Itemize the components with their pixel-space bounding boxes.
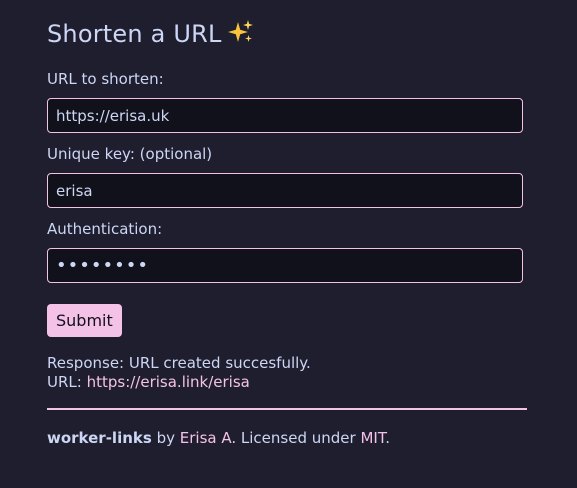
response-url-prefix: URL: <box>47 373 82 391</box>
license-link[interactable]: MIT <box>360 429 385 447</box>
page-title: Shorten a URL <box>47 19 254 51</box>
response-url-line: URL: https://erisa.link/erisa <box>47 373 311 392</box>
authentication-label: Authentication: <box>47 220 163 238</box>
page-title-text: Shorten a URL <box>47 20 222 48</box>
response-message-line: Response: URL created succesfully. <box>47 354 311 373</box>
sparkles-icon <box>227 19 254 51</box>
project-name: worker-links <box>47 429 152 447</box>
author-link[interactable]: Erisa A. <box>180 429 236 447</box>
divider <box>47 408 527 410</box>
footer: worker-links by Erisa A. Licensed under … <box>47 429 390 447</box>
response-prefix: Response: <box>47 354 125 372</box>
authentication-input[interactable] <box>47 248 523 283</box>
unique-key-input[interactable] <box>47 173 523 208</box>
submit-button[interactable]: Submit <box>47 304 122 337</box>
unique-key-label: Unique key: (optional) <box>47 145 213 163</box>
footer-license-text: Licensed under <box>240 429 356 447</box>
response-message: URL created succesfully. <box>128 354 311 372</box>
url-label: URL to shorten: <box>47 70 164 88</box>
short-url-link[interactable]: https://erisa.link/erisa <box>87 373 250 391</box>
response-area: Response: URL created succesfully. URL: … <box>47 354 311 392</box>
footer-period: . <box>385 429 390 447</box>
footer-by-text: by <box>156 429 175 447</box>
url-input[interactable] <box>47 98 523 133</box>
